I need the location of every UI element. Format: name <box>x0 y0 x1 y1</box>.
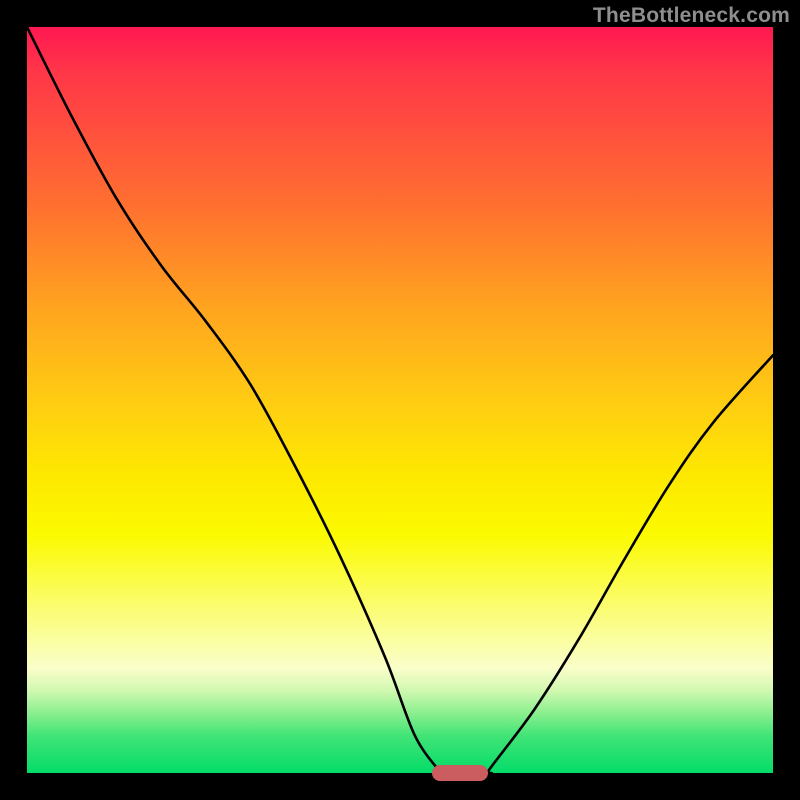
plot-area <box>27 27 773 773</box>
chart-frame: TheBottleneck.com <box>0 0 800 800</box>
watermark-text: TheBottleneck.com <box>593 4 790 28</box>
bottleneck-curve <box>27 27 773 773</box>
optimal-marker <box>432 765 488 781</box>
